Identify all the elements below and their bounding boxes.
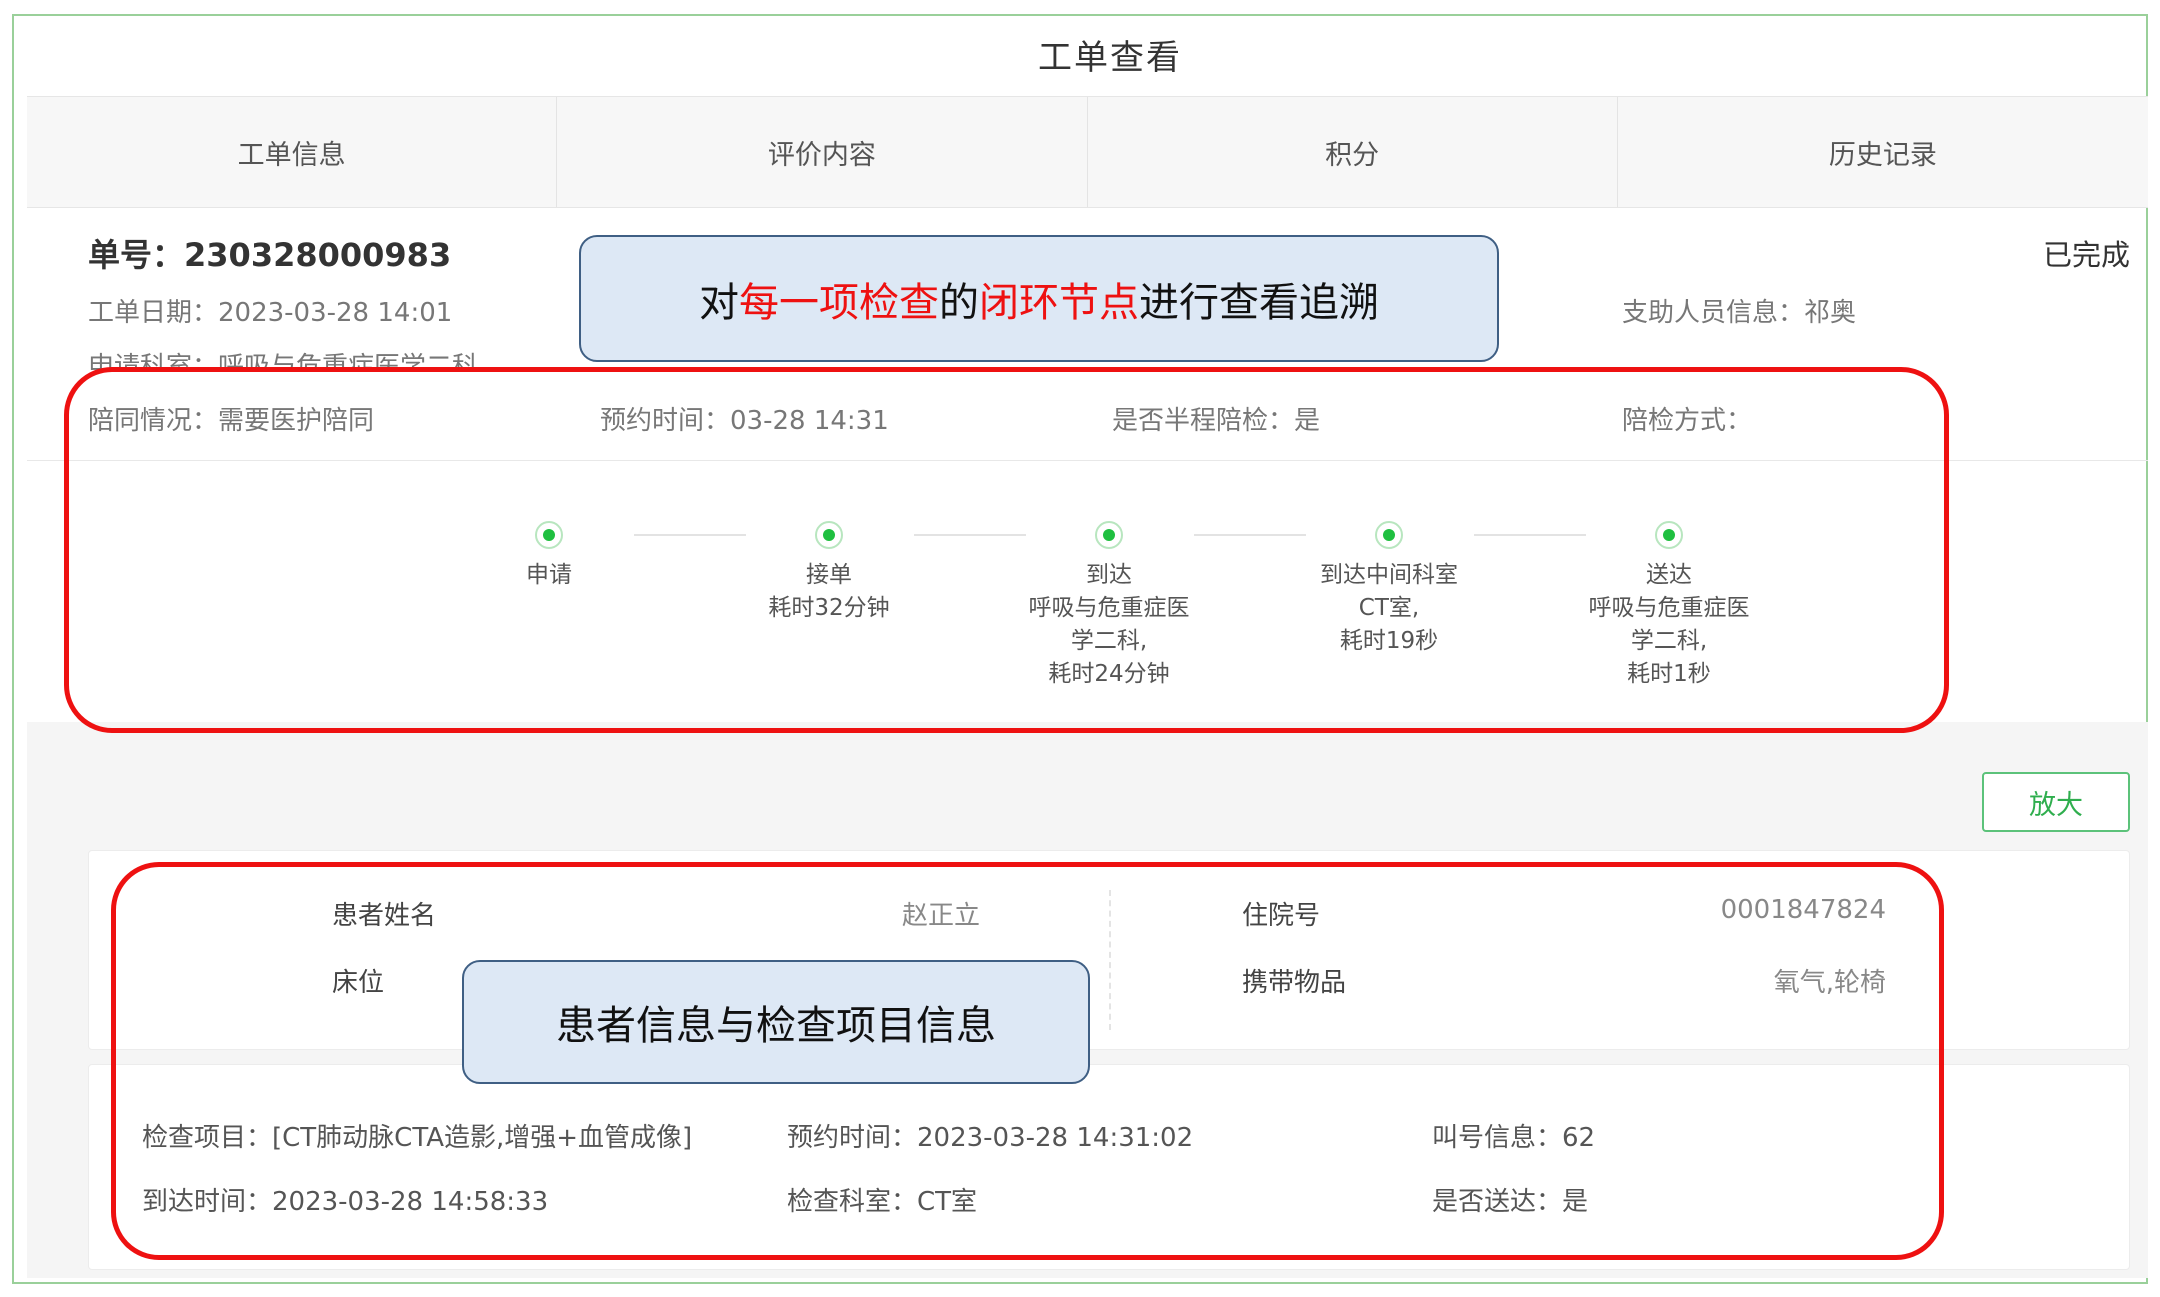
tab-order-info[interactable]: 工单信息 [27, 97, 558, 207]
annotation-box-timeline [64, 367, 1949, 733]
callout-highlight: 闭环节点 [979, 279, 1139, 326]
tab-bar: 工单信息 评价内容 积分 历史记录 [27, 96, 2148, 208]
status-badge: 已完成 [2042, 238, 2130, 272]
order-number: 单号：230328000983 [88, 230, 451, 276]
callout-highlight: 每一项检查 [739, 279, 939, 326]
tab-points[interactable]: 积分 [1088, 97, 1618, 207]
tab-evaluation[interactable]: 评价内容 [557, 97, 1088, 207]
callout-text: 对 [699, 279, 739, 326]
helper-info: 支助人员信息：祁奥 [1622, 298, 1857, 328]
tab-history[interactable]: 历史记录 [1618, 97, 2148, 207]
zoom-button[interactable]: 放大 [1982, 772, 2130, 832]
order-number-value: 230328000983 [184, 236, 452, 274]
order-date: 工单日期：2023-03-28 14:01 [88, 298, 453, 328]
order-number-label: 单号： [88, 236, 185, 274]
callout-text: 的 [939, 279, 979, 326]
page-title: 工单查看 [1038, 38, 1182, 78]
annotation-callout-bottom: 患者信息与检查项目信息 [462, 960, 1090, 1084]
callout-text: 进行查看追溯 [1139, 279, 1379, 326]
annotation-callout-top: 对每一项检查的闭环节点 进行查看追溯 [579, 235, 1499, 362]
